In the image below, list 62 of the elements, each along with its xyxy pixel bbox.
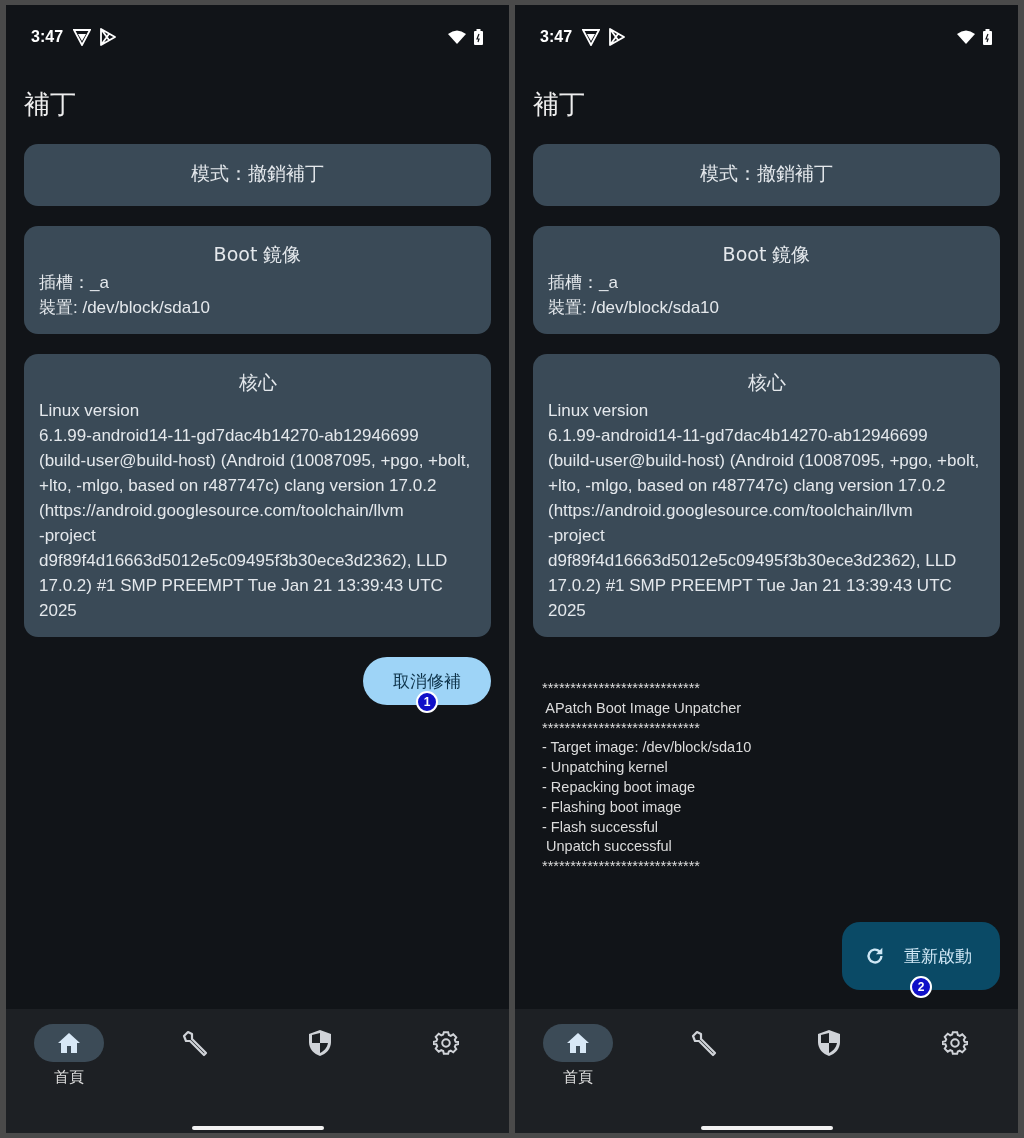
step-badge: 2 xyxy=(910,976,932,998)
shield-icon xyxy=(308,1029,333,1057)
log-line: **************************** xyxy=(542,718,701,738)
card-text: 裝置: /dev/block/sda10 xyxy=(548,297,721,319)
play-icon xyxy=(608,28,626,46)
nav-item[interactable] xyxy=(33,1024,104,1062)
nav-item[interactable] xyxy=(542,1024,613,1062)
card-text: 6.1.99-android14-11-gd7dac4b14270-ab12946699 xyxy=(39,425,420,447)
play-icon xyxy=(99,28,117,46)
card-text: 2025 xyxy=(39,600,78,622)
card-title: Boot 鏡像 xyxy=(721,242,812,267)
card-text: 插槽：_a xyxy=(39,272,110,294)
card-text: d9f89f4d16663d5012e5c09495f3b30ece3d2362), LLD xyxy=(39,550,449,572)
wifi-icon xyxy=(957,30,975,44)
settings-icon xyxy=(942,1030,969,1056)
vpn-icon xyxy=(73,28,92,46)
card-text: (https://android.googlesource.com/toolchain/llvm xyxy=(548,500,914,522)
card-title: 核心 xyxy=(746,370,787,395)
card-text: (build-user@build-host) (Android (10087095, +pgo, +bolt, xyxy=(548,450,981,472)
card-text: +lto, -mlgo, based on r487747c) clang version 17.0.2 xyxy=(39,475,438,497)
home-icon xyxy=(56,1032,81,1054)
card-text: 6.1.99-android14-11-gd7dac4b14270-ab12946699 xyxy=(548,425,929,447)
log-line: - Unpatching kernel xyxy=(542,758,669,778)
wifi-icon xyxy=(448,30,466,44)
status-time: 3:47 xyxy=(540,28,573,46)
card-title: 模式：撤銷補丁 xyxy=(699,161,834,186)
nav-label: 首頁 xyxy=(562,1068,593,1087)
page-title: 補丁 xyxy=(23,88,77,121)
card-text: +lto, -mlgo, based on r487747c) clang version 17.0.2 xyxy=(548,475,947,497)
card-text: (https://android.googlesource.com/toolchain/llvm xyxy=(39,500,405,522)
home-icon xyxy=(565,1032,590,1054)
status-time: 3:47 xyxy=(31,28,64,46)
shield-icon xyxy=(817,1029,842,1057)
log-line: - Target image: /dev/block/sda10 xyxy=(542,738,753,758)
log-line: **************************** xyxy=(542,857,701,877)
log-line: Unpatch successful xyxy=(545,837,673,857)
card-text: (build-user@build-host) (Android (10087095, +pgo, +bolt, xyxy=(39,450,472,472)
battery-icon xyxy=(474,29,483,45)
card-text: 2025 xyxy=(548,600,587,622)
settings-icon xyxy=(433,1030,460,1056)
log-line: - Flash successful xyxy=(542,817,660,837)
step-badge: 1 xyxy=(416,691,438,713)
card-text: 裝置: /dev/block/sda10 xyxy=(39,297,212,319)
card-text: 17.0.2) #1 SMP PREEMPT Tue Jan 21 13:39:43 UTC xyxy=(548,575,953,597)
log-line: - Repacking boot image xyxy=(542,778,697,797)
battery-icon xyxy=(983,29,992,45)
log-line: - Flashing boot image xyxy=(542,797,683,817)
card-text: 插槽：_a xyxy=(548,272,619,294)
card-title: 模式：撤銷補丁 xyxy=(190,161,325,186)
card-title: 核心 xyxy=(237,370,278,395)
vpn-icon xyxy=(582,28,601,46)
card-text: -project xyxy=(548,525,606,547)
card-text: Linux version xyxy=(548,400,650,422)
card-text: Linux version xyxy=(39,400,141,422)
card-text: d9f89f4d16663d5012e5c09495f3b30ece3d2362), LLD xyxy=(548,550,958,572)
page-title: 補丁 xyxy=(532,88,586,121)
log-line: APatch Boot Image Unpatcher xyxy=(544,698,743,718)
log-line: **************************** xyxy=(542,679,701,698)
card-title: Boot 鏡像 xyxy=(212,242,303,267)
nav-label: 首頁 xyxy=(53,1068,84,1087)
card-text: 17.0.2) #1 SMP PREEMPT Tue Jan 21 13:39:43 UTC xyxy=(39,575,444,597)
card-text: -project xyxy=(39,525,97,547)
